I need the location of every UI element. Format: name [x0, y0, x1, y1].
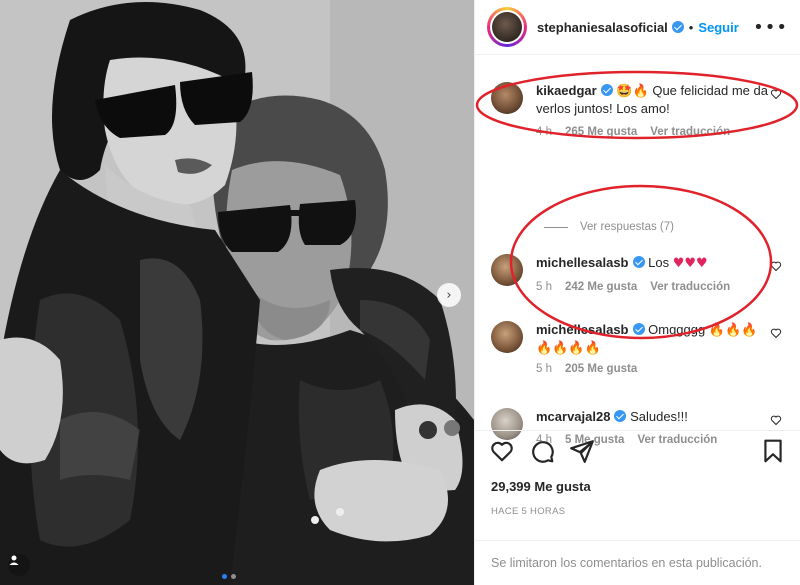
carousel-dots — [222, 574, 236, 579]
comments-limited-note: Se limitaron los comentarios en esta pub… — [475, 540, 800, 585]
comment-meta: 5 h 205 Me gusta — [536, 361, 788, 378]
post-sidebar: stephaniesalasoficial • Seguir ••• kikae… — [474, 0, 800, 585]
verified-icon — [614, 410, 627, 422]
tag-person-icon[interactable] — [8, 554, 30, 576]
comment-likes[interactable]: 265 Me gusta — [565, 124, 637, 141]
comment-emoji: ♥♥♥ — [672, 256, 708, 271]
comment-emoji-line2: 🔥🔥🔥🔥 — [536, 341, 601, 356]
comment-icon[interactable] — [529, 438, 555, 464]
comment-time: 4 h — [536, 126, 552, 138]
comment-username[interactable]: kikaedgar — [536, 83, 597, 98]
comment-emoji: 🤩🔥 — [616, 84, 649, 99]
comment-item: michellesalasb Los ♥♥♥ 5 h 242 Me gusta … — [491, 254, 788, 296]
comment-text: Saludes!!! — [630, 409, 688, 424]
comment-likes[interactable]: 242 Me gusta — [565, 279, 637, 296]
comment-time: 5 h — [536, 363, 552, 375]
translate-link[interactable]: Ver traducción — [650, 279, 730, 296]
comments-list: kikaedgar 🤩🔥 Que felicidad me da verlos … — [475, 55, 800, 446]
avatar[interactable] — [491, 254, 523, 286]
post-timestamp: HACE 5 HORAS — [491, 506, 566, 517]
share-icon[interactable] — [569, 438, 595, 464]
carousel-dot — [222, 574, 227, 579]
follow-button[interactable]: Seguir — [698, 20, 738, 35]
verified-icon — [671, 21, 684, 33]
heart-icon[interactable] — [489, 438, 515, 464]
heart-icon[interactable] — [770, 260, 782, 272]
heart-icon[interactable] — [770, 88, 782, 100]
comment-item: kikaedgar 🤩🔥 Que felicidad me da verlos … — [491, 82, 788, 141]
comment-text: Los — [648, 255, 670, 270]
comment-emoji: 🔥🔥🔥 — [708, 323, 758, 338]
comment-item: michellesalasb Omggggg 🔥🔥🔥 🔥🔥🔥🔥 5 h 205 … — [491, 321, 788, 378]
comment-meta: 5 h 242 Me gusta Ver traducción — [536, 279, 788, 296]
action-bar — [475, 430, 800, 470]
replies-label: Ver respuestas (7) — [580, 221, 674, 233]
photo-illustration — [0, 0, 474, 585]
post-photo[interactable]: › — [0, 0, 474, 585]
likes-count[interactable]: 29,399 Me gusta — [491, 479, 591, 494]
bookmark-icon[interactable] — [760, 438, 786, 464]
author-username[interactable]: stephaniesalasoficial — [537, 20, 668, 35]
annotation-overlay — [475, 70, 799, 340]
verified-icon — [632, 256, 645, 268]
comment-time: 5 h — [536, 281, 552, 293]
view-replies-button[interactable]: Ver respuestas (7) — [544, 221, 674, 233]
heart-icon[interactable] — [770, 414, 782, 426]
replies-divider — [544, 226, 568, 228]
verified-icon — [600, 84, 613, 96]
verified-icon — [632, 323, 645, 335]
translate-link[interactable]: Ver traducción — [650, 124, 730, 141]
comment-text: Omggggg — [648, 322, 706, 337]
carousel-dot — [231, 574, 236, 579]
next-photo-button[interactable]: › — [437, 283, 461, 307]
heart-icon[interactable] — [770, 327, 782, 339]
author-avatar[interactable] — [487, 7, 527, 47]
avatar[interactable] — [491, 82, 523, 114]
more-options-button[interactable]: ••• — [753, 17, 788, 38]
comment-username[interactable]: mcarvajal28 — [536, 409, 610, 424]
comment-meta: 4 h 265 Me gusta Ver traducción — [536, 124, 788, 141]
comment-username[interactable]: michellesalasb — [536, 255, 629, 270]
chevron-right-icon: › — [446, 287, 452, 303]
post-header: stephaniesalasoficial • Seguir ••• — [475, 0, 800, 55]
avatar[interactable] — [491, 321, 523, 353]
separator-dot: • — [688, 19, 694, 35]
comment-username[interactable]: michellesalasb — [536, 322, 629, 337]
comment-likes[interactable]: 205 Me gusta — [565, 361, 637, 378]
